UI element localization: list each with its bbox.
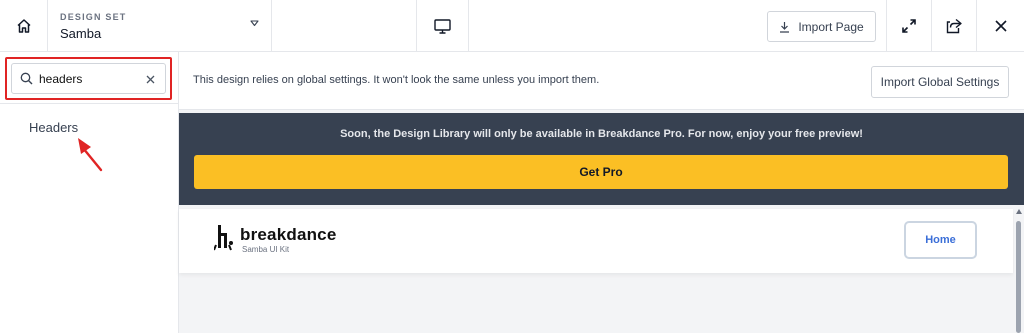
import-page-label: Import Page bbox=[798, 19, 864, 34]
expand-button[interactable] bbox=[887, 0, 932, 52]
top-bar: DESIGN SET Samba Import Page bbox=[0, 0, 1024, 52]
breakdance-logo: breakdance Samba UI Kit bbox=[214, 225, 337, 254]
pro-promo-banner: Soon, the Design Library will only be av… bbox=[179, 113, 1024, 205]
scroll-thumb[interactable] bbox=[1016, 221, 1021, 333]
design-set-selector[interactable]: DESIGN SET Samba bbox=[48, 0, 272, 52]
breakdance-logo-icon bbox=[214, 225, 233, 251]
preview-scrollbar[interactable] bbox=[1014, 209, 1024, 333]
promo-text: Soon, the Design Library will only be av… bbox=[340, 128, 863, 140]
clear-search-icon[interactable] bbox=[146, 71, 155, 87]
download-icon bbox=[780, 21, 790, 33]
search-icon bbox=[20, 72, 33, 85]
close-button[interactable] bbox=[977, 0, 1024, 52]
topbar-actions: Import Page bbox=[469, 0, 887, 52]
logo-wordmark: breakdance bbox=[240, 225, 337, 244]
search-input[interactable] bbox=[39, 71, 139, 86]
home-icon bbox=[16, 19, 31, 33]
close-icon bbox=[994, 20, 1007, 32]
share-icon bbox=[946, 18, 962, 34]
search-highlight bbox=[5, 57, 172, 100]
header-design-preview[interactable]: breakdance Samba UI Kit Home bbox=[179, 209, 1013, 273]
chevron-down-icon bbox=[250, 20, 259, 27]
expand-icon bbox=[902, 19, 916, 33]
home-button[interactable] bbox=[0, 0, 48, 52]
design-set-label: DESIGN SET bbox=[60, 12, 127, 22]
red-arrow-annotation bbox=[78, 138, 103, 172]
import-global-settings-button[interactable]: Import Global Settings bbox=[871, 66, 1009, 98]
search-field[interactable] bbox=[11, 63, 166, 94]
device-preview-button[interactable] bbox=[417, 0, 469, 52]
share-button[interactable] bbox=[932, 0, 977, 52]
scroll-up-icon[interactable] bbox=[1016, 209, 1022, 214]
logo-subtitle: Samba UI Kit bbox=[242, 245, 290, 254]
global-settings-notice: This design relies on global settings. I… bbox=[179, 52, 1024, 110]
preview-home-button[interactable]: Home bbox=[904, 221, 977, 259]
design-set-value: Samba bbox=[60, 26, 102, 41]
monitor-icon bbox=[434, 18, 451, 34]
main-content: This design relies on global settings. I… bbox=[179, 52, 1024, 333]
topbar-spacer bbox=[272, 0, 417, 52]
get-pro-button[interactable]: Get Pro bbox=[194, 155, 1008, 189]
sidebar: Headers bbox=[0, 52, 179, 333]
notice-text: This design relies on global settings. I… bbox=[193, 74, 600, 86]
search-result-headers[interactable]: Headers bbox=[29, 120, 78, 135]
import-page-button[interactable]: Import Page bbox=[767, 11, 876, 42]
search-area bbox=[0, 52, 178, 104]
